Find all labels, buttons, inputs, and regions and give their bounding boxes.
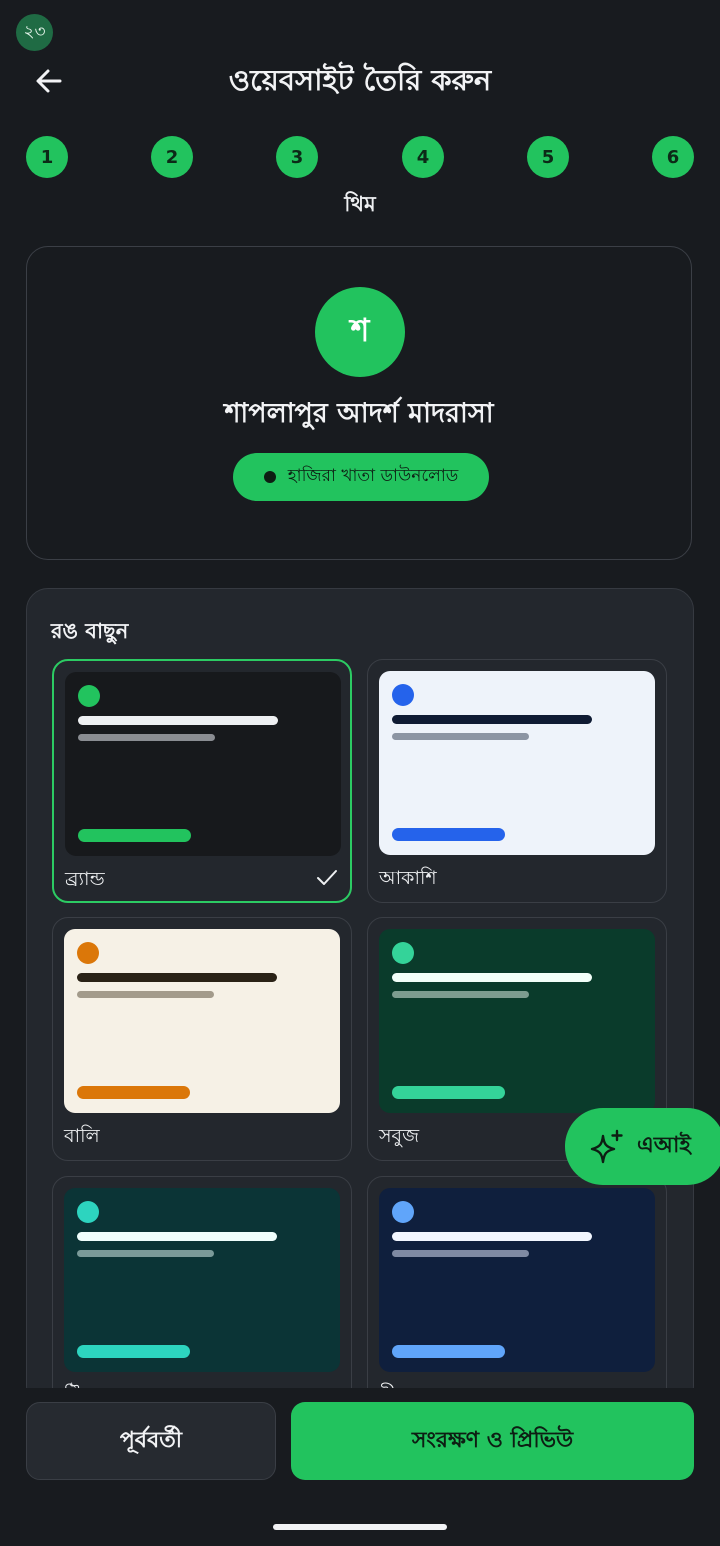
theme-swatch: [64, 929, 340, 1113]
swatch-title-line: [392, 973, 592, 982]
bottom-action-bar: পূর্ববর্তী সংরক্ষণ ও প্রিভিউ: [0, 1388, 720, 1546]
previous-button[interactable]: পূর্ববর্তী: [26, 1402, 276, 1480]
theme-tile[interactable]: টিলযুক্ত: [52, 1176, 352, 1407]
theme-name: ব্র্যান্ড: [65, 868, 105, 890]
swatch-button-bar: [78, 829, 191, 842]
swatch-button-bar: [77, 1345, 190, 1358]
swatch-subtitle-line: [392, 991, 529, 998]
theme-tile[interactable]: আকাশি: [367, 659, 667, 903]
swatch-dot: [392, 684, 414, 706]
swatch-subtitle-line: [77, 991, 214, 998]
swatch-title-line: [77, 1232, 277, 1241]
step-2[interactable]: 2: [151, 136, 193, 178]
swatch-dot: [392, 942, 414, 964]
save-preview-button[interactable]: সংরক্ষণ ও প্রিভিউ: [291, 1402, 694, 1480]
dot-icon: [263, 471, 276, 483]
swatch-title-line: [392, 1232, 592, 1241]
theme-name: আকাশি: [379, 867, 437, 889]
swatch-subtitle-line: [392, 733, 529, 740]
swatch-title-line: [77, 973, 277, 982]
step-5[interactable]: 5: [527, 136, 569, 178]
theme-name: সবুজ: [379, 1125, 420, 1147]
swatch-button-bar: [392, 1345, 505, 1358]
swatch-title-line: [392, 715, 592, 724]
download-attendance-button[interactable]: হাজিরা খাতা ডাউনলোড: [233, 453, 489, 501]
fab-label: এআই: [637, 1133, 691, 1158]
step-1[interactable]: 1: [26, 136, 68, 178]
swatch-dot: [77, 1201, 99, 1223]
swatch-subtitle-line: [392, 1250, 529, 1257]
sparkle-icon: [590, 1129, 623, 1163]
theme-tile[interactable]: ব্র্যান্ড: [52, 659, 352, 903]
theme-swatch: [65, 672, 341, 856]
swatch-title-line: [78, 716, 278, 725]
swatch-subtitle-line: [78, 734, 215, 741]
swatch-dot: [77, 942, 99, 964]
step-4[interactable]: 4: [402, 136, 444, 178]
site-name: শাপলাপুর আদর্শ মাদরাসা: [224, 398, 494, 429]
swatch-button-bar: [392, 1086, 505, 1099]
avatar: শ: [315, 287, 405, 377]
theme-tile[interactable]: নীল: [367, 1176, 667, 1407]
theme-picker: রঙ বাছুন ব্র্যান্ড আকাশি বালি সবুজ: [26, 588, 694, 1408]
swatch-dot: [78, 685, 100, 707]
status-badge: ২৩: [16, 14, 53, 51]
ai-assistant-button[interactable]: এআই: [565, 1108, 720, 1185]
swatch-button-bar: [77, 1086, 190, 1099]
theme-picker-title: রঙ বাছুন: [51, 619, 129, 643]
step-3[interactable]: 3: [276, 136, 318, 178]
theme-swatch: [379, 1188, 655, 1372]
swatch-subtitle-line: [77, 1250, 214, 1257]
stepper: 1 2 3 4 5 6: [0, 136, 720, 178]
site-preview-card: শ শাপলাপুর আদর্শ মাদরাসা হাজিরা খাতা ডাউ…: [26, 246, 692, 560]
theme-swatch: [379, 929, 655, 1113]
step-caption: থিম: [344, 192, 376, 216]
swatch-button-bar: [392, 828, 505, 841]
home-indicator[interactable]: [273, 1524, 447, 1530]
theme-name: বালি: [64, 1125, 100, 1147]
check-icon: [317, 870, 337, 885]
theme-swatch: [64, 1188, 340, 1372]
swatch-dot: [392, 1201, 414, 1223]
theme-tile[interactable]: বালি: [52, 917, 352, 1161]
step-6[interactable]: 6: [652, 136, 694, 178]
page-title: ওয়েবসাইট তৈরি করুন: [228, 63, 492, 97]
cta-label: হাজিরা খাতা ডাউনলোড: [287, 466, 459, 486]
theme-swatch: [379, 671, 655, 855]
